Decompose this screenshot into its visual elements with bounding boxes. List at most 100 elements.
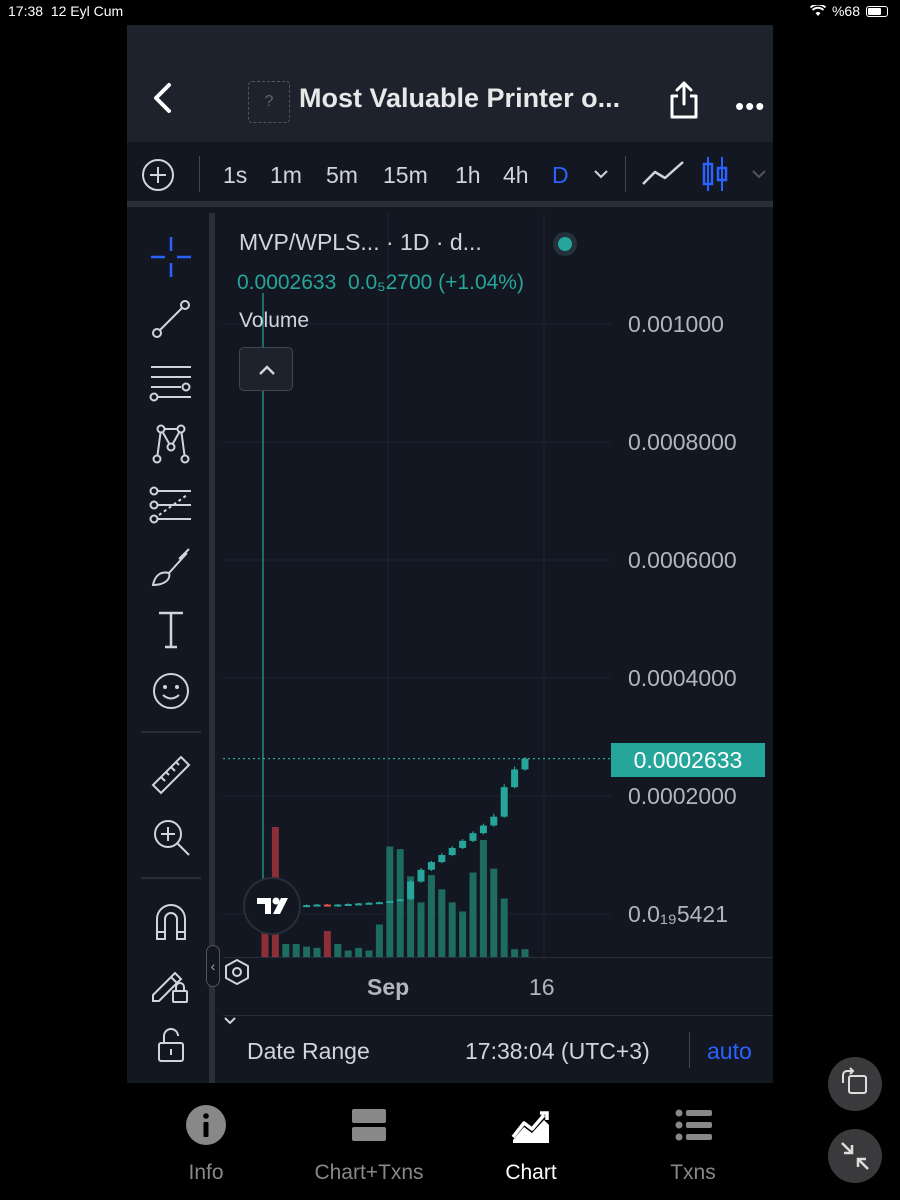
- nav-label: Chart+Txns: [314, 1161, 424, 1184]
- candle-body: [511, 769, 519, 788]
- interval-5m[interactable]: 5m: [326, 162, 358, 189]
- candle-body: [459, 840, 467, 848]
- crosshair-icon[interactable]: [149, 235, 193, 279]
- volume-bar: [303, 946, 311, 957]
- more-options-icon[interactable]: •••: [735, 91, 765, 122]
- status-bar: 17:38 12 Eyl Cum %68: [0, 0, 900, 24]
- brush-icon[interactable]: [149, 545, 193, 589]
- text-tool-icon[interactable]: [149, 607, 193, 651]
- nav-item-chart-txns[interactable]: Chart+Txns: [294, 1103, 444, 1185]
- volume-bar: [490, 868, 498, 957]
- volume-collapse-button[interactable]: [239, 347, 293, 391]
- x-axis-label: Sep: [367, 974, 410, 1000]
- nav-item-info[interactable]: Info: [131, 1103, 281, 1185]
- chevron-down-icon[interactable]: [223, 1016, 237, 1026]
- interval-15m[interactable]: 15m: [383, 162, 428, 189]
- horizontal-lines-icon[interactable]: [149, 359, 193, 403]
- volume-bar: [282, 944, 290, 957]
- nav-item-txns[interactable]: Txns: [618, 1103, 768, 1185]
- nav-label: Txns: [670, 1161, 716, 1184]
- candle-body: [375, 902, 383, 905]
- status-time-date: 17:38 12 Eyl Cum: [8, 3, 124, 19]
- unlock-icon[interactable]: [149, 1023, 193, 1067]
- app-window: ? Most Valuable Printer o... ••• 1s 1m 5…: [127, 25, 773, 1083]
- candle-body: [355, 903, 363, 906]
- auto-scale-toggle[interactable]: auto: [707, 1038, 752, 1065]
- pattern-icon[interactable]: [149, 421, 193, 465]
- volume-bar: [511, 949, 519, 957]
- candle-body: [365, 902, 373, 905]
- nav-label: Info: [188, 1161, 224, 1184]
- rotate-icon: [842, 1067, 867, 1094]
- nav-label: Chart: [505, 1161, 557, 1184]
- magnet-icon[interactable]: [149, 899, 193, 943]
- toolbar-divider: [625, 156, 626, 192]
- candle-body: [344, 903, 352, 906]
- date-range-button[interactable]: Date Range: [247, 1038, 370, 1065]
- candle-body: [313, 904, 321, 907]
- interval-4h[interactable]: 4h: [503, 162, 529, 189]
- bottom-nav: Info Chart+Txns Chart Txns: [127, 1083, 773, 1200]
- chart-settings-icon[interactable]: [223, 958, 251, 986]
- fib-retracement-icon[interactable]: [149, 483, 193, 527]
- nav-item-chart[interactable]: Chart: [456, 1103, 606, 1185]
- bottom-bar-divider: [689, 1032, 690, 1068]
- candle-body: [396, 899, 404, 902]
- y-axis-label: 0.0002000: [628, 783, 737, 809]
- info-icon: [186, 1105, 226, 1145]
- interval-1h[interactable]: 1h: [455, 162, 481, 189]
- emoji-icon[interactable]: [149, 669, 193, 713]
- live-status-icon: [553, 232, 577, 256]
- lock-drawings-icon[interactable]: [149, 961, 193, 1005]
- interval-d[interactable]: D: [552, 162, 569, 189]
- volume-bar: [375, 924, 383, 957]
- line-chart-icon[interactable]: [641, 158, 685, 190]
- volume-bar: [448, 902, 456, 957]
- timezone-clock[interactable]: 17:38:04 (UTC+3): [465, 1038, 650, 1065]
- add-indicator-icon[interactable]: [141, 158, 175, 192]
- ruler-icon[interactable]: [149, 753, 193, 797]
- zoom-in-icon[interactable]: [149, 815, 193, 859]
- chart-area[interactable]: MVP/WPLS... · 1D · d... 0.0002633 0.0₅27…: [223, 213, 773, 1083]
- shrink-icon: [841, 1142, 869, 1170]
- interval-1s[interactable]: 1s: [223, 162, 247, 189]
- volume-bar: [334, 944, 342, 957]
- candles-icon[interactable]: [701, 156, 729, 192]
- shrink-window-button[interactable]: [828, 1129, 882, 1183]
- trend-line-icon[interactable]: [149, 297, 193, 341]
- chart-icon: [511, 1111, 549, 1143]
- volume-bar: [292, 944, 300, 957]
- drawing-toolbar: [127, 213, 215, 1083]
- candle-body: [490, 816, 498, 826]
- collapse-sidebar-icon[interactable]: ‹: [206, 945, 220, 987]
- volume-bar: [323, 931, 331, 957]
- candle-body: [427, 862, 435, 870]
- tradingview-logo-icon[interactable]: [243, 877, 301, 935]
- header: ? Most Valuable Printer o... •••: [127, 25, 773, 142]
- list-icon: [675, 1109, 712, 1141]
- share-icon[interactable]: [667, 80, 701, 120]
- candle-body: [323, 904, 331, 907]
- volume-bar: [438, 889, 446, 957]
- page-title: Most Valuable Printer o...: [299, 83, 621, 113]
- candle-body: [438, 855, 446, 863]
- volume-bar: [427, 875, 435, 957]
- x-axis[interactable]: Sep 16: [223, 957, 773, 1015]
- toolbar-divider: [199, 156, 200, 192]
- candle-body: [448, 847, 456, 855]
- chart-type-chevron-down-icon[interactable]: [751, 168, 767, 180]
- ohlc-change-pct: (+1.04%): [438, 271, 524, 294]
- back-icon[interactable]: [147, 81, 181, 115]
- rotate-screen-button[interactable]: [828, 1057, 882, 1111]
- candle-body: [521, 758, 529, 770]
- candle-body: [334, 904, 342, 907]
- interval-chevron-down-icon[interactable]: [593, 168, 609, 180]
- x-axis-label: 16: [529, 974, 555, 1000]
- chart-legend-symbol[interactable]: MVP/WPLS... · 1D · d...: [239, 229, 482, 256]
- candle-body: [469, 833, 477, 841]
- chevron-up-icon: [259, 365, 275, 375]
- volume-bar: [417, 902, 425, 957]
- interval-1m[interactable]: 1m: [270, 162, 302, 189]
- y-axis-label: 0.0006000: [628, 547, 737, 573]
- volume-bar: [500, 898, 508, 957]
